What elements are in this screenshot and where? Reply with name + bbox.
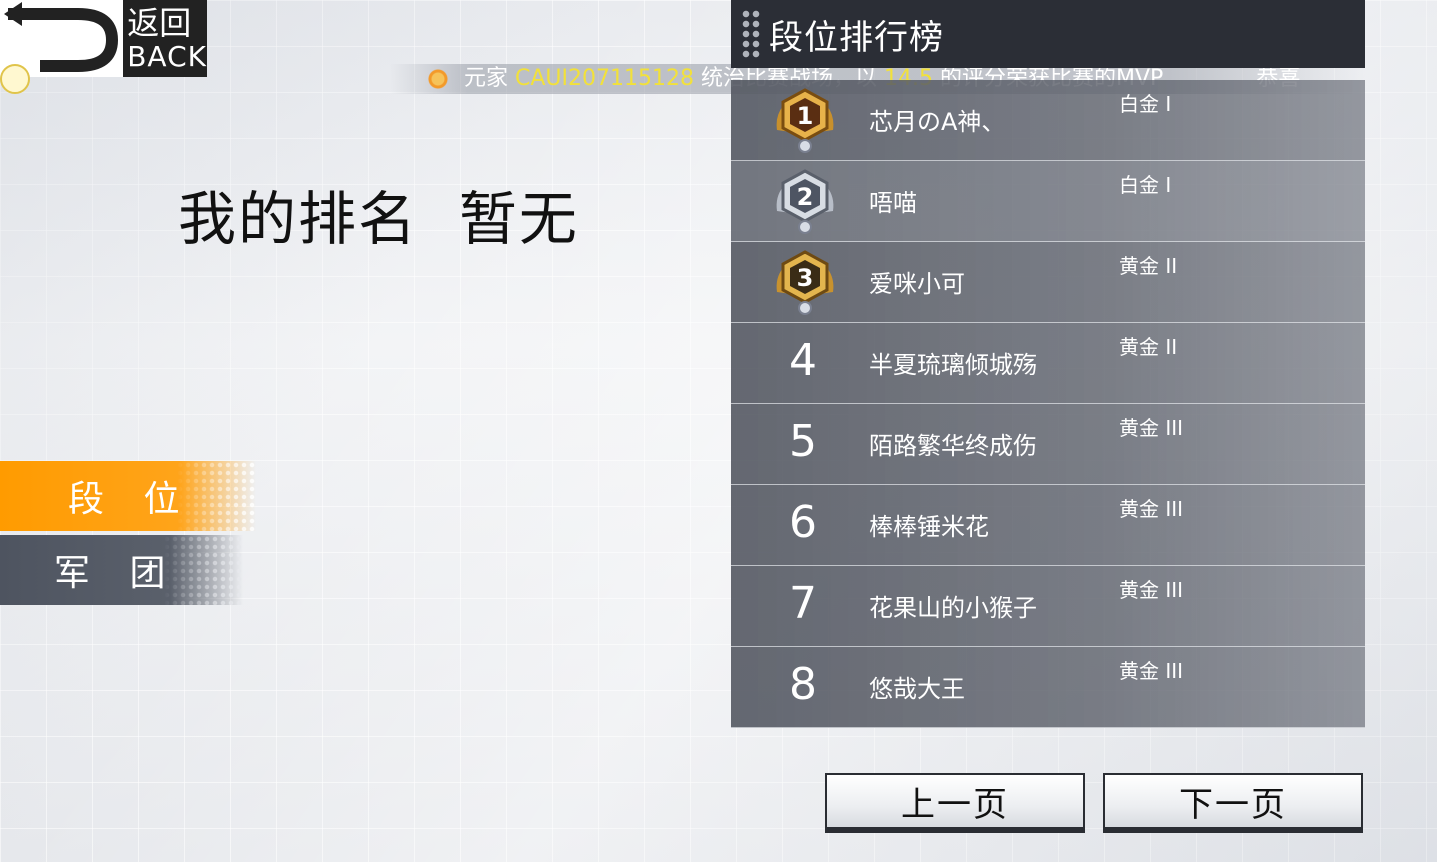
back-label-cn: 返回 (127, 3, 192, 42)
ticker-player: CAUI207115128 (515, 66, 694, 91)
player-tier: 白金 I (1119, 92, 1172, 116)
player-name: 陌路繁华终成伤 (869, 432, 1037, 460)
leaderboard-row[interactable]: 3 3 爱咪小可 黄金 II (731, 242, 1365, 323)
player-tier: 白金 I (1119, 173, 1172, 197)
tab-dots-decoration (163, 535, 243, 605)
leaderboard-row[interactable]: 6 棒棒锤米花 黄金 III (731, 485, 1365, 566)
tab-rank-label: 段 位 (68, 479, 194, 520)
leaderboard-header: 段位排行榜 (731, 0, 1365, 68)
leaderboard-row[interactable]: 8 悠哉大王 黄金 III (731, 647, 1365, 728)
leaderboard-title: 段位排行榜 (769, 17, 944, 58)
leaderboard-row[interactable]: 4 半夏琉璃倾城殇 黄金 II (731, 323, 1365, 404)
silver-medal-icon: 2 (776, 169, 834, 234)
tab-legion-label: 军 团 (54, 553, 180, 594)
player-name: 半夏琉璃倾城殇 (869, 351, 1037, 379)
player-name: 爱咪小可 (869, 270, 965, 298)
leaderboard-row[interactable]: 7 花果山的小猴子 黄金 III (731, 566, 1365, 647)
leaderboard-row[interactable]: 5 陌路繁华终成伤 黄金 III (731, 404, 1365, 485)
my-rank-label: 我的排名 (178, 185, 419, 253)
leaderboard-list: 1 1 芯月のA神、 白金 I 2 2 唔喵 白金 I (731, 80, 1365, 728)
player-tier: 黄金 II (1119, 335, 1178, 359)
player-name: 芯月のA神、 (869, 108, 1006, 136)
player-name: 唔喵 (869, 189, 917, 217)
medal-rank-digit: 3 (797, 264, 814, 292)
rank-number: 4 (789, 335, 817, 386)
medal-rank-digit: 2 (797, 183, 814, 211)
rank-number: 5 (789, 416, 817, 467)
player-name: 棒棒锤米花 (869, 513, 989, 541)
gold-medal-icon: 1 (776, 88, 834, 153)
next-page-button[interactable]: 下一页 (1103, 773, 1363, 833)
coin-icon[interactable] (0, 64, 30, 94)
player-tier: 黄金 II (1119, 254, 1178, 278)
player-name: 花果山的小猴子 (869, 594, 1037, 622)
grip-icon (741, 9, 761, 59)
player-tier: 黄金 III (1119, 578, 1184, 602)
bronze-medal-icon: 3 (776, 250, 834, 315)
my-rank-value: 暂无 (458, 185, 579, 253)
tab-legion[interactable]: 军 团 (0, 535, 243, 605)
back-label-en: BACK (127, 39, 207, 73)
back-button[interactable]: 返回 BACK (0, 0, 207, 77)
rank-number: 8 (789, 659, 817, 710)
ticker-prefix: 元家 (464, 66, 509, 91)
prev-page-button[interactable]: 上一页 (825, 773, 1085, 833)
player-tier: 黄金 III (1119, 416, 1184, 440)
rank-number: 6 (789, 497, 817, 548)
leaderboard-row[interactable]: 1 1 芯月のA神、 白金 I (731, 80, 1365, 161)
tab-rank[interactable]: 段 位 (0, 461, 256, 531)
player-tier: 黄金 III (1119, 659, 1184, 683)
player-name: 悠哉大王 (869, 675, 965, 703)
leaderboard-row[interactable]: 2 2 唔喵 白金 I (731, 161, 1365, 242)
tab-dots-decoration (176, 461, 256, 531)
speaker-icon (426, 68, 456, 90)
my-rank: 我的排名 暂无 (178, 172, 579, 256)
rank-number: 7 (789, 578, 817, 629)
leaderboard-panel: 段位排行榜 1 1 芯月のA神、 白金 I 2 2 唔喵 (731, 0, 1365, 728)
player-tier: 黄金 III (1119, 497, 1184, 521)
medal-rank-digit: 1 (797, 102, 814, 130)
